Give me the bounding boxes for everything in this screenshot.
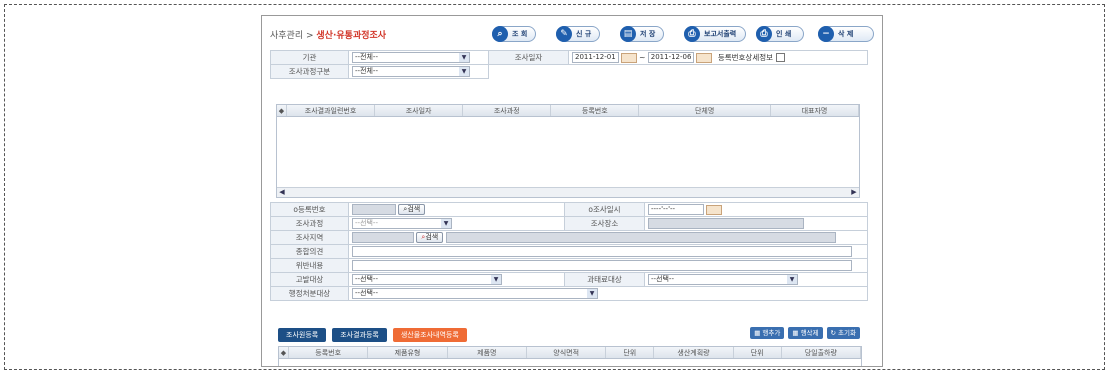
- production-grid: ◆ 등록번호 제품유형 제품명 양식면적 단위 생산계획량 단위 당일출하량: [278, 346, 862, 366]
- type-select[interactable]: --전체-- ▼: [352, 66, 470, 77]
- new-button[interactable]: ✎ 신 규: [556, 26, 600, 42]
- col-header[interactable]: 제품유형: [368, 347, 448, 358]
- chevron-down-icon: ▼: [491, 275, 501, 284]
- page-title: 생산·유통과정조사: [316, 31, 387, 41]
- chevron-down-icon: ▼: [441, 219, 451, 228]
- admin-label: 행정처분대상: [270, 286, 349, 301]
- chevron-down-icon: ▼: [787, 275, 797, 284]
- date-from-input[interactable]: 2011-12-01: [572, 52, 619, 64]
- type-label: 조사과정구분: [270, 64, 349, 79]
- tab-investigator[interactable]: 조사원등록: [278, 328, 327, 342]
- col-header[interactable]: 조사일자: [375, 105, 464, 116]
- production-grid-header: ◆ 등록번호 제품유형 제품명 양식면적 단위 생산계획량 단위 당일출하량: [279, 347, 861, 359]
- scroll-right-icon[interactable]: ▶: [849, 188, 859, 197]
- reg-no-search-button[interactable]: ⌕검색: [398, 204, 426, 215]
- row-indicator-icon: ◆: [277, 105, 287, 116]
- tab-production[interactable]: 생산물조사내역등록: [392, 328, 467, 342]
- screenshot-frame: 사후관리 > 생산·유통과정조사 ⌕ 조 회 ✎ 신 규 ▤ 저 장 ⎙ 보고서출력 ⎙…: [4, 4, 1105, 370]
- row-buttons: ▦ 행추가 ▦ 행삭제 ↻ 초기화: [750, 327, 860, 339]
- horizontal-scrollbar[interactable]: ◀ ▶: [277, 187, 859, 197]
- col-header[interactable]: 단체명: [639, 105, 771, 116]
- fine-label: 과태료대상: [564, 272, 645, 287]
- printer-icon: ⎙: [756, 26, 772, 42]
- calendar-icon[interactable]: [696, 52, 713, 63]
- row-indicator-icon: ◆: [279, 347, 289, 358]
- chevron-down-icon: ▼: [459, 67, 469, 76]
- violation-input[interactable]: [352, 260, 852, 271]
- col-header[interactable]: 제품명: [448, 347, 527, 358]
- col-header[interactable]: 양식면적: [527, 347, 607, 358]
- reg-no-label: o등록번호: [270, 202, 349, 217]
- add-row-button[interactable]: ▦ 행추가: [750, 327, 785, 339]
- col-header[interactable]: 생산계획량: [654, 347, 734, 358]
- place-input[interactable]: [648, 218, 804, 229]
- detail-info-label: 등록번호상세정보: [717, 52, 774, 62]
- chevron-down-icon: ▼: [459, 53, 469, 62]
- print-button[interactable]: ⎙ 인 쇄: [756, 26, 804, 42]
- report-print-button[interactable]: ⎙ 보고서출력: [684, 26, 746, 42]
- org-select[interactable]: --전체-- ▼: [352, 52, 470, 63]
- area-detail-input[interactable]: [445, 232, 836, 243]
- col-header[interactable]: 조사결과일련번호: [287, 105, 376, 116]
- minus-icon: −: [818, 26, 834, 42]
- search-icon: ⌕: [492, 26, 508, 42]
- survey-date-label: o조사일시: [564, 202, 645, 217]
- opinion-input[interactable]: [352, 246, 852, 257]
- results-grid: ◆ 조사결과일련번호 조사일자 조사과정 등록번호 단체명 대표자명 ◀ ▶: [276, 104, 860, 198]
- reset-button[interactable]: ↻ 초기화: [826, 327, 860, 339]
- col-header[interactable]: 등록번호: [289, 347, 369, 358]
- area-input[interactable]: [352, 232, 414, 243]
- calendar-icon[interactable]: [706, 204, 722, 215]
- area-search-button[interactable]: ⌕검색: [416, 232, 444, 243]
- admin-select[interactable]: --선택-- ▼: [352, 288, 598, 299]
- breadcrumb-parent: 사후관리 >: [270, 31, 314, 41]
- col-header[interactable]: 대표자명: [771, 105, 859, 116]
- delete-row-button[interactable]: ▦ 행삭제: [788, 327, 823, 339]
- search-button[interactable]: ⌕ 조 회: [492, 26, 536, 42]
- report-icon: ⎙: [684, 26, 700, 42]
- process-label: 조사과정: [270, 216, 349, 231]
- scroll-left-icon[interactable]: ◀: [277, 188, 287, 197]
- survey-date-input[interactable]: ----'--'--: [648, 204, 704, 215]
- delete-button[interactable]: − 삭 제: [818, 26, 874, 42]
- results-grid-header: ◆ 조사결과일련번호 조사일자 조사과정 등록번호 단체명 대표자명: [277, 105, 859, 117]
- fine-select[interactable]: --선택-- ▼: [648, 274, 798, 285]
- area-label: 조사지역: [270, 230, 349, 245]
- opinion-label: 종합의견: [270, 244, 349, 259]
- refresh-icon: ↻: [830, 329, 839, 337]
- chevron-down-icon: ▼: [587, 289, 597, 298]
- col-header[interactable]: 당일출하량: [782, 347, 861, 358]
- org-label: 기관: [270, 50, 349, 65]
- col-header[interactable]: 단위: [606, 347, 655, 358]
- col-header[interactable]: 조사과정: [463, 105, 552, 116]
- search-form: 기관 --전체-- ▼ 조사일자 2011-12-01 ~ 2011-12-06 …: [270, 50, 868, 79]
- reg-no-input[interactable]: [352, 204, 396, 215]
- detail-form: o등록번호 ⌕검색 o조사일시 ----'--'-- 조사과정 --선택-- ▼ …: [270, 202, 868, 301]
- save-button[interactable]: ▤ 저 장: [620, 26, 664, 42]
- col-header[interactable]: 단위: [734, 347, 782, 358]
- calendar-icon[interactable]: [620, 52, 637, 63]
- violation-label: 위반내용: [270, 258, 349, 273]
- sub-tabs: 조사원등록 조사결과등록 생산물조사내역등록: [278, 328, 467, 342]
- accuse-select[interactable]: --선택-- ▼: [352, 274, 502, 285]
- tab-result[interactable]: 조사결과등록: [332, 328, 387, 342]
- breadcrumb: 사후관리 > 생산·유통과정조사: [270, 28, 386, 41]
- accuse-label: 고발대상: [270, 272, 349, 287]
- date-label: 조사일자: [488, 50, 569, 65]
- save-icon: ▤: [620, 26, 636, 42]
- place-label: 조사장소: [564, 216, 645, 231]
- col-header[interactable]: 등록번호: [551, 105, 640, 116]
- new-icon: ✎: [556, 26, 572, 42]
- detail-info-checkbox[interactable]: [776, 53, 786, 63]
- date-to-input[interactable]: 2011-12-06: [647, 52, 695, 64]
- app-window: 사후관리 > 생산·유통과정조사 ⌕ 조 회 ✎ 신 규 ▤ 저 장 ⎙ 보고서출력 ⎙…: [261, 15, 883, 367]
- minus-icon: ▦: [792, 329, 801, 337]
- process-select[interactable]: --선택-- ▼: [352, 218, 452, 229]
